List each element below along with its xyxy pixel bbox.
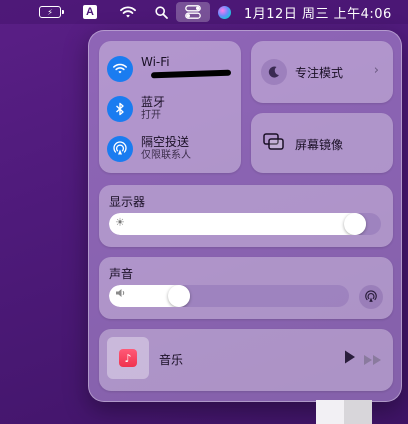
wifi-label: Wi-Fi (141, 55, 170, 69)
volume-knob[interactable] (168, 285, 190, 307)
display-title: 显示器 (109, 195, 146, 209)
battery-charging-icon[interactable]: ⚡ (37, 0, 64, 24)
moon-icon (261, 59, 287, 85)
sound-title: 声音 (109, 267, 134, 281)
airdrop-status: 仅限联系人 (141, 150, 191, 161)
now-playing-tile[interactable]: ♪ 音乐 (99, 329, 393, 391)
now-playing-title: 音乐 (159, 353, 184, 367)
bluetooth-label: 蓝牙 (141, 95, 166, 109)
bluetooth-row[interactable]: 蓝牙 打开 (107, 95, 165, 123)
control-center-icon[interactable] (176, 2, 210, 22)
control-center-panel: Wi-Fi 蓝牙 打开 隔空投送 仅限联系人 专注模式 › 屏幕镜像 显示器 ☀… (88, 30, 402, 402)
focus-tile[interactable]: 专注模式 › (251, 41, 393, 103)
bluetooth-status: 打开 (141, 110, 161, 121)
sound-tile: 声音 (99, 257, 393, 319)
display-tile: 显示器 ☀ (99, 185, 393, 247)
screen-mirroring-label: 屏幕镜像 (295, 138, 344, 152)
menu-bar: ⚡ A 1月12日 周三 上午4:06 (0, 0, 408, 24)
airdrop-row[interactable]: 隔空投送 仅限联系人 (107, 135, 191, 163)
music-app-icon: ♪ (119, 349, 137, 367)
volume-slider[interactable] (109, 285, 349, 307)
play-icon[interactable] (343, 349, 357, 369)
airdrop-label: 隔空投送 (141, 135, 190, 149)
bluetooth-icon[interactable] (107, 96, 133, 122)
speaker-icon (115, 288, 127, 301)
input-source-label: A (83, 5, 97, 19)
wifi-icon[interactable] (118, 0, 138, 24)
brightness-fill (109, 213, 366, 235)
dock-preview (316, 400, 372, 424)
wifi-icon[interactable] (107, 56, 133, 82)
search-icon[interactable] (152, 0, 170, 24)
screen-mirroring-icon (263, 133, 285, 155)
brightness-knob[interactable] (344, 213, 366, 235)
chevron-right-icon[interactable]: › (374, 63, 379, 78)
clock[interactable]: 1月12日 周三 上午4:06 (244, 0, 394, 24)
airplay-audio-icon[interactable] (359, 285, 383, 309)
fast-forward-icon[interactable] (363, 351, 383, 370)
sun-icon: ☀ (115, 216, 125, 229)
focus-label: 专注模式 (295, 66, 344, 80)
input-source-icon[interactable]: A (82, 0, 98, 24)
album-art: ♪ (107, 337, 149, 379)
airdrop-icon[interactable] (107, 136, 133, 162)
brightness-slider[interactable]: ☀ (109, 213, 381, 235)
connectivity-tile: Wi-Fi 蓝牙 打开 隔空投送 仅限联系人 (99, 41, 241, 173)
screen-mirroring-tile[interactable]: 屏幕镜像 (251, 113, 393, 173)
wifi-row[interactable]: Wi-Fi (107, 55, 170, 83)
siri-icon[interactable] (216, 0, 232, 24)
